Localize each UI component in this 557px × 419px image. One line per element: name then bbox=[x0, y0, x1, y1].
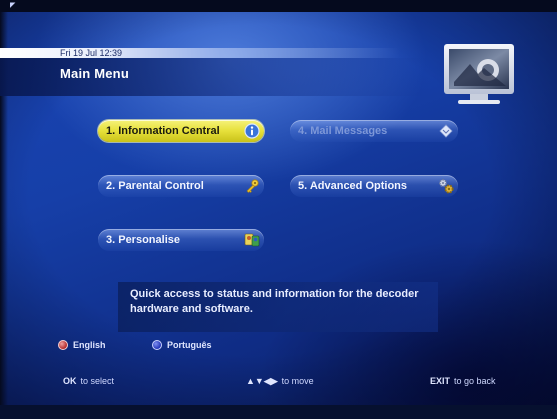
personalise-icon bbox=[243, 231, 261, 249]
description-line-1: Quick access to status and information f… bbox=[130, 288, 419, 300]
menu-item-mail-messages[interactable]: 4. Mail Messages bbox=[290, 120, 458, 142]
info-icon bbox=[243, 122, 261, 140]
help-description: Quick access to status and information f… bbox=[118, 282, 438, 332]
gears-icon bbox=[437, 177, 455, 195]
description-line-2: hardware and software. bbox=[130, 303, 253, 315]
corner-mark-icon: ◤ bbox=[10, 2, 16, 9]
language-english-label: English bbox=[73, 340, 106, 350]
menu-item-label: 2. Parental Control bbox=[106, 180, 204, 192]
red-key-icon bbox=[58, 340, 68, 350]
tv-monitor-icon bbox=[440, 42, 520, 110]
bottom-frame bbox=[0, 405, 557, 419]
footer-ok-hint: OK to select bbox=[63, 376, 114, 386]
arrow-keys-icon: ▲▼◀▶ bbox=[246, 376, 278, 386]
menu-item-label: 1. Information Central bbox=[106, 125, 220, 137]
language-portugues-label: Português bbox=[167, 340, 212, 350]
datetime-label: Fri 19 Jul 12:39 bbox=[60, 48, 123, 58]
language-portugues-option[interactable]: Português bbox=[152, 340, 212, 350]
menu-item-personalise[interactable]: 3. Personalise bbox=[98, 229, 264, 251]
menu-item-information-central[interactable]: 1. Information Central bbox=[98, 120, 264, 142]
ok-key-label: OK bbox=[63, 376, 77, 386]
language-english-option[interactable]: English bbox=[58, 340, 106, 350]
top-frame bbox=[0, 0, 557, 12]
tv-screen: ◤ Fri 19 Jul 12:39 Main Menu 1. Informat… bbox=[0, 0, 557, 419]
menu-item-parental-control[interactable]: 2. Parental Control bbox=[98, 175, 264, 197]
menu-item-label: 4. Mail Messages bbox=[298, 125, 388, 137]
blue-key-icon bbox=[152, 340, 162, 350]
key-icon bbox=[243, 177, 261, 195]
exit-action-label: to go back bbox=[454, 376, 496, 386]
menu-item-label: 5. Advanced Options bbox=[298, 180, 408, 192]
ok-action-label: to select bbox=[80, 376, 115, 386]
move-action-label: to move bbox=[281, 376, 314, 386]
exit-key-label: EXIT bbox=[430, 376, 451, 386]
footer-move-hint: ▲▼◀▶ to move bbox=[246, 376, 314, 387]
mail-icon bbox=[437, 122, 455, 140]
menu-item-advanced-options[interactable]: 5. Advanced Options bbox=[290, 175, 458, 197]
page-title: Main Menu bbox=[60, 66, 129, 81]
footer-exit-hint: EXIT to go back bbox=[430, 376, 496, 386]
menu-item-label: 3. Personalise bbox=[106, 234, 180, 246]
